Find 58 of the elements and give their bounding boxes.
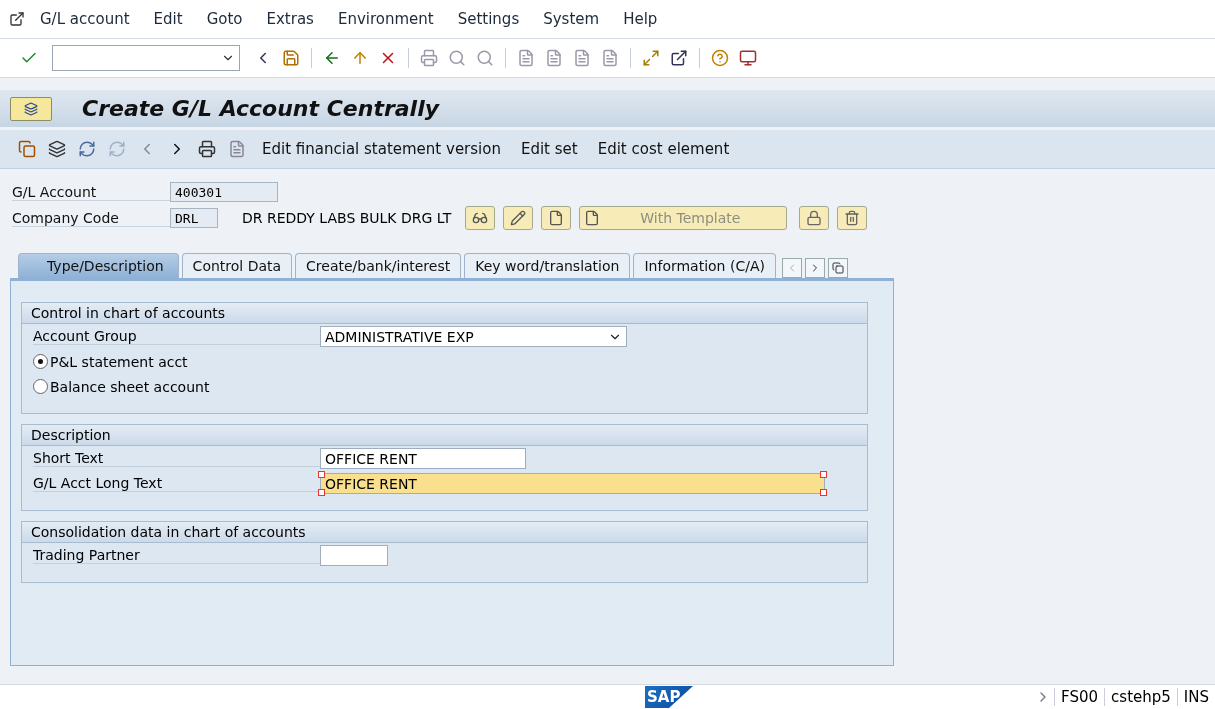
pencil-icon [510,210,527,226]
delete-button[interactable] [837,206,868,230]
help-icon[interactable] [709,47,731,69]
trash-icon [844,210,861,226]
company-code-field[interactable]: DRL [170,208,218,228]
account-field[interactable]: 400301 [170,182,278,202]
glasses-icon [472,210,489,226]
field-label: Account Group [33,328,320,345]
menu-item[interactable]: Help [611,10,670,28]
menu-item[interactable]: Edit [141,10,195,28]
page-icon [548,210,565,226]
sap-logo: SAP [645,686,693,708]
menu-item[interactable]: Environment [325,10,446,28]
edit-button[interactable] [503,206,534,230]
lock-icon [806,210,823,226]
dropdown-field[interactable]: ADMINISTRATIVE EXP [320,326,627,347]
tab-scroll-left-button[interactable] [781,258,802,278]
input-mode: INS [1176,688,1215,706]
toolbar-button[interactable]: Edit set [514,140,584,158]
create-button[interactable] [541,206,572,230]
printer-icon[interactable] [196,138,218,160]
radio-label: Balance sheet account [50,378,210,395]
text-field[interactable]: OFFICE RENT [320,473,825,494]
system-name: cstehp5 [1104,688,1177,706]
command-field[interactable] [52,45,240,71]
field-label: Trading Partner [33,547,320,564]
menu-item[interactable]: Extras [254,10,326,28]
text-field[interactable]: OFFICE RENT [320,448,526,469]
section-title: Control in chart of accounts [22,303,867,324]
tab-scroll-right-button[interactable] [804,258,825,278]
transaction-code[interactable]: FS00 [1054,688,1105,706]
field-label: Short Text [33,450,320,467]
menu-item[interactable]: Settings [445,10,532,28]
tab[interactable]: Information (C/A) [633,253,776,278]
menu-item[interactable]: Goto [194,10,255,28]
page-icon [584,210,601,226]
tab[interactable]: Type/Description [18,253,179,278]
tab[interactable]: Create/bank/interest [295,253,462,278]
company-name: DR REDDY LABS BULK DRG LT [242,210,452,226]
radio-button[interactable] [33,354,48,369]
tab[interactable]: Key word/translation [464,253,631,278]
toolbar-button[interactable]: Edit financial statement version [256,140,507,158]
section-title: Consolidation data in chart of accounts [22,522,867,543]
lock-button[interactable] [799,206,830,230]
screen-title: Create G/L Account Centrally [82,96,440,121]
print-icon[interactable] [418,47,440,69]
text-field[interactable] [320,545,388,566]
radio-label: P&L statement acct [50,353,188,370]
menu-button[interactable] [10,96,52,121]
menu-item[interactable]: System [531,10,612,28]
toolbar-button[interactable]: Edit cost element [591,140,736,158]
layers-icon [24,101,38,116]
display-button[interactable] [465,206,496,230]
radio-button[interactable] [33,379,48,394]
menu-item[interactable]: G/L account [28,10,142,28]
section-title: Description [22,425,867,446]
tab[interactable]: Control Data [181,253,293,278]
tab-list-button[interactable] [827,258,848,278]
